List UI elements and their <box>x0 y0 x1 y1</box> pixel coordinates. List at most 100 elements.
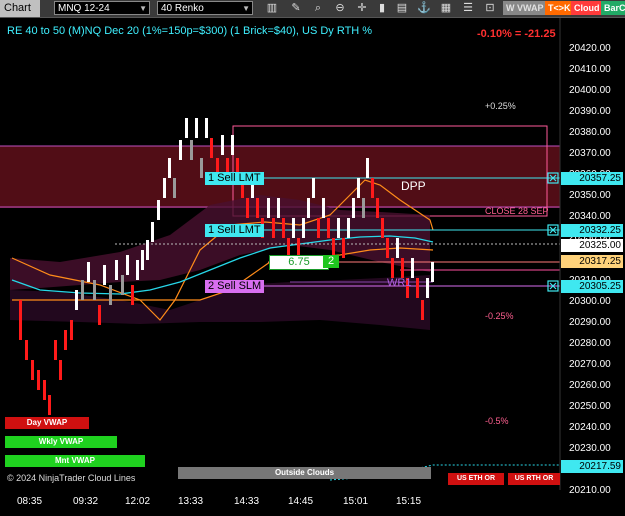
price-axis-tick: 20370.00 <box>569 148 611 160</box>
renko-brick <box>277 198 280 218</box>
renko-brick <box>141 250 144 270</box>
renko-brick <box>103 265 106 285</box>
time-axis-tick: 14:45 <box>288 496 314 507</box>
sell-lmt-1-order[interactable]: 1 Sell LMT <box>205 172 264 185</box>
renko-brick <box>64 330 67 350</box>
renko-brick <box>401 258 404 278</box>
renko-brick <box>25 340 28 360</box>
session-change: -0.10% = -21.25 <box>477 28 556 40</box>
renko-brick <box>246 198 249 218</box>
wr1-label: WR1 <box>387 277 412 289</box>
sell-lmt-2-order[interactable]: 1 Sell LMT <box>205 224 264 237</box>
price-axis-tick: 20400.00 <box>569 85 611 97</box>
sell-lmt-2-price-tag: 20332.25 <box>561 224 623 237</box>
monthly-vwap-button[interactable]: Mnt VWAP <box>5 455 145 467</box>
position-pnl[interactable]: 6.75 <box>269 255 329 270</box>
time-axis-tick: 08:35 <box>17 496 43 507</box>
stop-price-tag: 20305.25 <box>561 280 623 293</box>
renko-brick <box>431 262 434 282</box>
dpp-label: DPP <box>401 179 426 193</box>
time-axis-tick: 13:33 <box>178 496 204 507</box>
day-vwap-button[interactable]: Day VWAP <box>5 417 89 429</box>
eth-or-button[interactable]: US ETH OR <box>448 473 504 485</box>
renko-brick <box>98 305 101 325</box>
renko-brick <box>48 395 51 415</box>
renko-brick <box>136 260 139 280</box>
renko-brick <box>190 140 193 160</box>
renko-brick <box>312 178 315 198</box>
renko-brick <box>231 135 234 155</box>
renko-brick <box>352 198 355 218</box>
renko-brick <box>43 380 46 400</box>
rth-or-button[interactable]: US RTH OR <box>508 473 560 485</box>
renko-brick <box>205 118 208 138</box>
renko-brick <box>282 218 285 238</box>
price-axis-tick: 20340.00 <box>569 211 611 223</box>
renko-brick <box>109 285 112 305</box>
renko-brick <box>396 238 399 258</box>
last-price-tag: 20325.00 <box>561 239 623 252</box>
renko-brick <box>366 158 369 178</box>
price-axis-tick: 20350.00 <box>569 190 611 202</box>
close-sep-label: CLOSE 28 SEP <box>485 206 549 216</box>
renko-brick <box>121 275 124 295</box>
price-axis-tick: 20410.00 <box>569 64 611 76</box>
plus-quarter-pct-label: +0.25% <box>485 101 516 111</box>
renko-brick <box>347 218 350 238</box>
renko-brick <box>173 178 176 198</box>
price-axis-tick: 20390.00 <box>569 106 611 118</box>
renko-brick <box>421 300 424 320</box>
renko-brick <box>337 218 340 238</box>
price-axis-tick: 20300.00 <box>569 295 611 307</box>
fill-price-tag: 20317.25 <box>561 255 623 268</box>
renko-brick <box>221 135 224 155</box>
sell-lmt-1-price-tag: 20357.25 <box>561 172 623 185</box>
renko-brick <box>272 218 275 238</box>
weekly-vwap-button[interactable]: Wkly VWAP <box>5 436 117 448</box>
renko-brick <box>302 218 305 238</box>
time-axis-tick: 15:15 <box>396 496 422 507</box>
renko-brick <box>416 278 419 298</box>
position-qty[interactable]: 2 <box>323 255 339 268</box>
renko-brick <box>179 140 182 160</box>
minus-quarter-pct-label: -0.25% <box>485 311 514 321</box>
price-axis-tick: 20280.00 <box>569 337 611 349</box>
renko-brick <box>317 218 320 238</box>
renko-brick <box>93 280 96 300</box>
renko-brick <box>75 290 78 310</box>
minus-half-pct-label: -0.5% <box>485 416 509 426</box>
renko-brick <box>19 300 22 320</box>
renko-brick <box>357 178 360 198</box>
renko-brick <box>70 320 73 340</box>
price-axis-tick: 20240.00 <box>569 421 611 433</box>
renko-brick <box>163 178 166 198</box>
time-axis-tick: 12:02 <box>125 496 151 507</box>
copyright-label: © 2024 NinjaTrader Cloud Lines <box>7 473 136 483</box>
renko-brick <box>411 258 414 278</box>
outside-clouds-bar: Outside Clouds <box>178 467 431 479</box>
renko-brick <box>151 222 154 242</box>
price-axis-tick: 20210.00 <box>569 485 611 497</box>
chart-title: RE 40 to 50 (M)NQ Dec 20 (1%=150p=$300) … <box>7 25 373 37</box>
renko-brick <box>200 158 203 178</box>
renko-brick <box>59 360 62 380</box>
renko-brick <box>376 198 379 218</box>
renko-brick <box>87 262 90 282</box>
renko-brick <box>185 118 188 138</box>
renko-brick <box>307 198 310 218</box>
price-axis-tick: 20270.00 <box>569 358 611 370</box>
renko-brick <box>126 255 129 275</box>
time-axis-tick: 14:33 <box>234 496 260 507</box>
renko-brick <box>19 320 22 340</box>
renko-brick <box>381 218 384 238</box>
renko-brick <box>131 285 134 305</box>
renko-brick <box>426 278 429 298</box>
price-axis-tick: 20250.00 <box>569 400 611 412</box>
price-axis-tick: 20230.00 <box>569 442 611 454</box>
price-axis-tick: 20420.00 <box>569 43 611 54</box>
price-axis-tick: 20380.00 <box>569 127 611 139</box>
renko-brick <box>37 370 40 390</box>
renko-brick <box>54 340 57 360</box>
sell-slm-order[interactable]: 2 Sell SLM <box>205 280 265 293</box>
renko-brick <box>327 218 330 238</box>
